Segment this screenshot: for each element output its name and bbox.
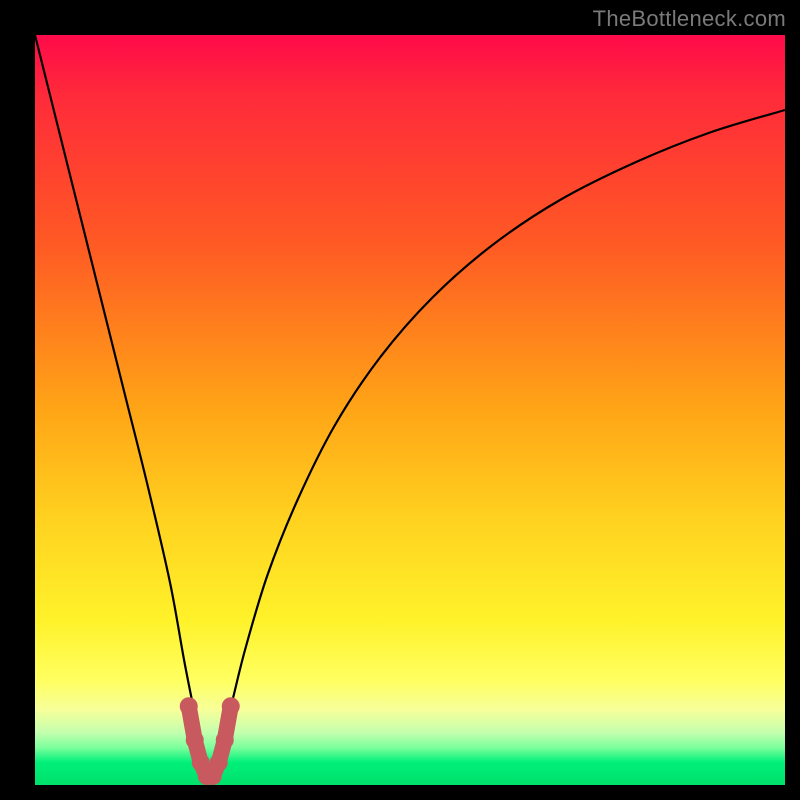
plot-area: [35, 35, 785, 785]
bottleneck-curve: [35, 35, 785, 778]
bottom-marker-dot: [186, 731, 204, 749]
bottom-marker-dot: [210, 754, 228, 772]
chart-frame: TheBottleneck.com: [0, 0, 800, 800]
bottom-marker-dot: [216, 731, 234, 749]
watermark-text: TheBottleneck.com: [593, 6, 786, 32]
bottom-marker-group: [180, 697, 240, 785]
bottom-marker-dot: [222, 697, 240, 715]
bottom-marker-dot: [180, 697, 198, 715]
curve-layer: [35, 35, 785, 785]
